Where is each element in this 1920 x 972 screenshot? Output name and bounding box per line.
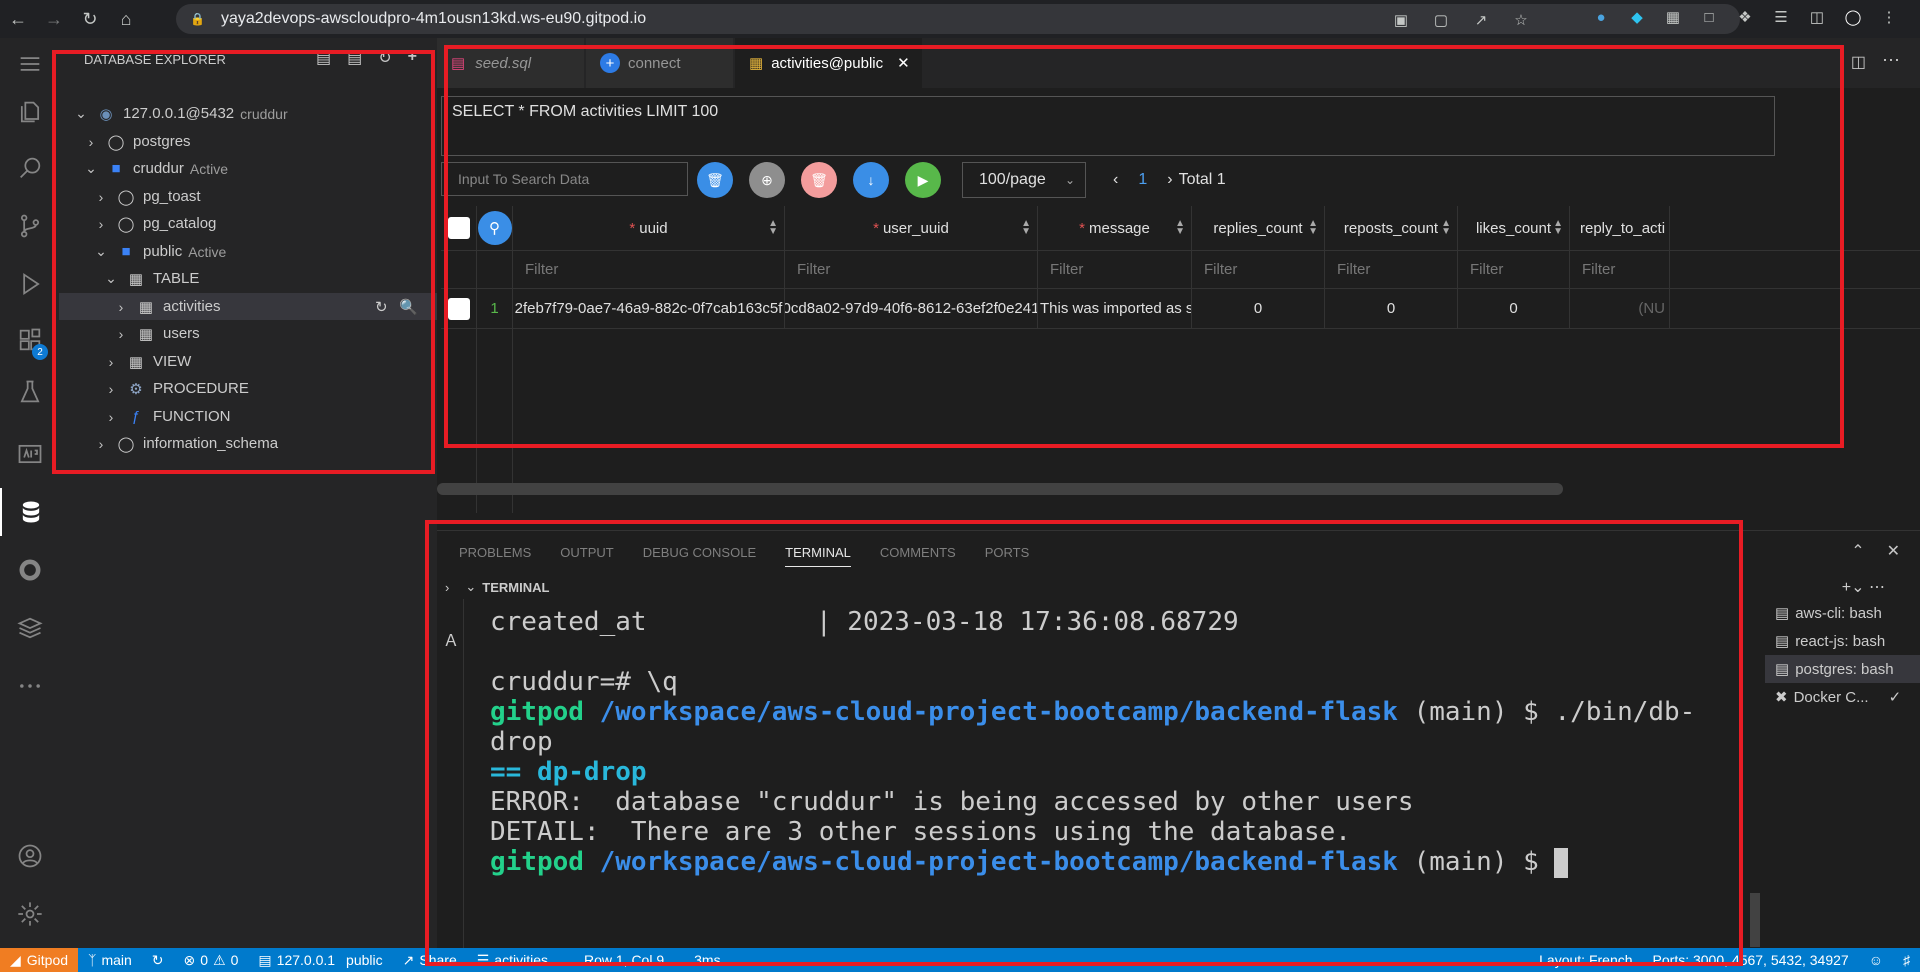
settings-gear-icon[interactable] bbox=[0, 890, 59, 938]
share-icon[interactable]: ↗ bbox=[1470, 9, 1492, 31]
docker-layers-icon[interactable] bbox=[0, 604, 59, 652]
terminal-icon: ▤ bbox=[1775, 661, 1790, 678]
database-icon[interactable] bbox=[0, 488, 59, 536]
annotation-box-terminal bbox=[425, 520, 1743, 966]
check-icon: ✓ bbox=[1888, 689, 1902, 706]
extension-1-icon[interactable]: ● bbox=[1590, 6, 1612, 28]
browser-toolbar: ← → ↻ ⌂ 🔒 yaya2devops-awscloudpro-4m1ous… bbox=[0, 0, 1920, 38]
terminal-icon: ▤ bbox=[1775, 605, 1790, 622]
activity-bar: 2 bbox=[0, 38, 59, 948]
terminal-item-postgres[interactable]: ▤ postgres: bash bbox=[1765, 655, 1920, 683]
testing-flask-icon[interactable] bbox=[0, 368, 59, 416]
share-icon: ↗ bbox=[402, 951, 415, 968]
db-schema: public bbox=[346, 952, 383, 968]
notifications-bell-icon[interactable]: ♯ bbox=[1893, 952, 1920, 968]
db-host: 127.0.0.1 bbox=[276, 952, 336, 968]
account-icon[interactable] bbox=[0, 832, 59, 880]
reload-icon[interactable]: ↻ bbox=[72, 0, 108, 38]
source-control-icon[interactable] bbox=[0, 202, 59, 250]
tools-icon: ✖ bbox=[1775, 689, 1788, 706]
annotation-box-results bbox=[444, 45, 1844, 448]
explorer-files-icon[interactable] bbox=[0, 88, 59, 136]
translate-icon[interactable]: ▢ bbox=[1430, 9, 1452, 31]
run-debug-icon[interactable] bbox=[0, 260, 59, 308]
db-connection-indicator[interactable]: ▤ 127.0.0.1 public bbox=[248, 952, 392, 969]
terminal-list: ▤ aws-cli: bash ▤ react-js: bash ▤ postgres… bbox=[1765, 599, 1920, 711]
lock-icon: 🔒 bbox=[190, 12, 205, 26]
branch-icon: ᛉ bbox=[88, 952, 97, 968]
warning-count: 0 bbox=[230, 952, 239, 968]
warning-icon: ⚠ bbox=[213, 951, 226, 968]
playlist-icon[interactable]: ☰ bbox=[1770, 6, 1792, 28]
extension-3-icon[interactable]: ▦ bbox=[1662, 6, 1684, 28]
bookmark-star-icon[interactable]: ☆ bbox=[1510, 9, 1532, 31]
extensions-badge: 2 bbox=[32, 344, 48, 360]
more-actions-icon[interactable]: ⋯ bbox=[1882, 50, 1900, 71]
remote-label: Gitpod bbox=[26, 952, 69, 968]
menu-kebab-icon[interactable]: ⋮ bbox=[1878, 6, 1900, 28]
new-terminal-icon[interactable]: +⌄ ⋯ bbox=[1842, 577, 1885, 597]
sidepanel-icon[interactable]: ◫ bbox=[1806, 6, 1828, 28]
menu-icon[interactable] bbox=[0, 40, 59, 88]
feedback-icon[interactable]: ☺ bbox=[1859, 952, 1893, 968]
terminal-item-label: react-js: bash bbox=[1795, 632, 1886, 650]
terminal-scrollbar[interactable] bbox=[1750, 893, 1760, 947]
error-icon: ⊗ bbox=[183, 951, 196, 968]
extension-2-icon[interactable]: ◆ bbox=[1626, 6, 1648, 28]
gitpod-icon: ◢ bbox=[10, 951, 21, 968]
horizontal-scrollbar[interactable] bbox=[437, 483, 1563, 495]
screenshot-icon[interactable]: □ bbox=[1698, 6, 1720, 28]
extensions-icon[interactable]: 2 bbox=[0, 316, 59, 364]
error-count: 0 bbox=[200, 952, 209, 968]
terminal-icon: ▤ bbox=[1775, 633, 1790, 650]
terminal-item-react-js[interactable]: ▤ react-js: bash bbox=[1765, 627, 1920, 655]
remote-indicator[interactable]: ◢ Gitpod bbox=[0, 948, 79, 972]
terminal-item-label: Docker C... bbox=[1793, 688, 1869, 706]
sync-icon[interactable]: ↻ bbox=[142, 952, 174, 969]
terminal-item-docker[interactable]: ✖ Docker C... ✓ bbox=[1765, 683, 1920, 711]
branch-label: main bbox=[101, 952, 132, 968]
url-text: yaya2devops-awscloudpro-4m1ousn13kd.ws-e… bbox=[220, 10, 647, 27]
puzzle-icon[interactable]: ❖ bbox=[1734, 6, 1756, 28]
problems-indicator[interactable]: ⊗ 0 ⚠ 0 bbox=[174, 952, 249, 969]
api-icon[interactable] bbox=[0, 430, 59, 478]
maximize-panel-icon[interactable]: ⌃ bbox=[1851, 541, 1864, 561]
terminal-item-label: aws-cli: bash bbox=[1795, 604, 1882, 622]
annotation-box-explorer bbox=[52, 50, 435, 474]
more-icon[interactable] bbox=[0, 662, 59, 710]
back-icon[interactable]: ← bbox=[0, 0, 36, 38]
terminal-item-aws-cli[interactable]: ▤ aws-cli: bash bbox=[1765, 599, 1920, 627]
split-editor-icon[interactable]: ◫ bbox=[1851, 52, 1866, 72]
github-icon[interactable] bbox=[0, 546, 59, 594]
database-icon: ▤ bbox=[258, 951, 272, 968]
home-icon[interactable]: ⌂ bbox=[108, 0, 144, 38]
camera-blocked-icon[interactable]: ▣ bbox=[1390, 9, 1412, 31]
search-icon[interactable] bbox=[0, 144, 59, 192]
branch-indicator[interactable]: ᛉ main bbox=[78, 952, 142, 968]
profile-avatar-icon[interactable]: ◯ bbox=[1842, 6, 1864, 28]
forward-icon[interactable]: → bbox=[36, 0, 72, 38]
terminal-item-label: postgres: bash bbox=[1795, 660, 1894, 678]
close-panel-icon[interactable]: ✕ bbox=[1887, 541, 1900, 561]
